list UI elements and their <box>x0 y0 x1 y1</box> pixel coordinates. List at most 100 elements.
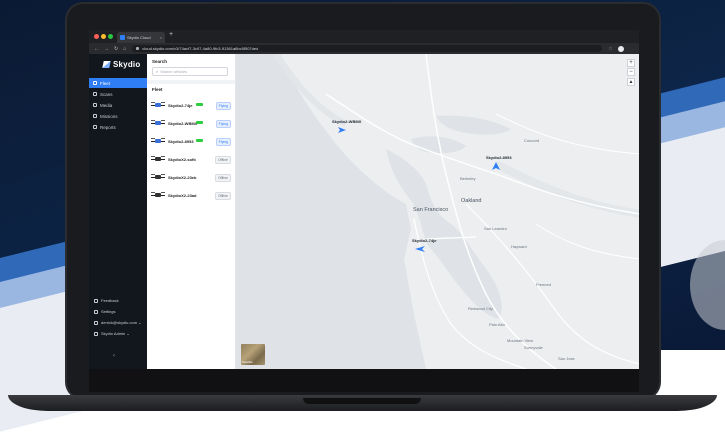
map-label-hayward: Hayward <box>511 244 527 249</box>
vehicle-list: Skydio2-74je Flying Skydio2-WBMX Flying … <box>147 96 235 204</box>
sidebar-bottom: Feedback Settings derrick@skydio.com ⌄ S… <box>89 295 147 339</box>
skydio-app: Skydio Fleet Scans Media Missions Report… <box>89 54 639 369</box>
compass-button[interactable]: ▲ <box>627 78 635 86</box>
search-box[interactable]: ⌕ <box>152 67 228 76</box>
url-field[interactable]: cloud.skydio.com/v3/74acf7-3c97-4a80-9fc… <box>132 45 603 52</box>
zoom-in-button[interactable]: + <box>627 59 635 67</box>
vehicle-label-74je: Skydio2-74je <box>412 238 437 243</box>
logo-mark-icon <box>102 61 111 68</box>
sidebar-item-settings[interactable]: Settings <box>89 306 147 317</box>
sidebar-item-label: Feedback <box>101 298 119 303</box>
map-label-san-jose: San Jose <box>558 356 575 361</box>
window-maximize-icon[interactable] <box>108 34 113 39</box>
sidebar-item-fleet[interactable]: Fleet <box>89 78 147 88</box>
drone-icon <box>151 191 165 199</box>
map-label-fremont: Fremont <box>536 282 551 287</box>
sidebar-item-label: Scans <box>100 91 113 97</box>
vehicle-name: Skydio2-74je <box>168 102 193 108</box>
drone-icon <box>151 137 165 145</box>
address-bar-row: ← → ↻ ⌂ cloud.skydio.com/v3/74acf7-3c97-… <box>89 43 639 54</box>
vehicle-row[interactable]: Skydio2-WBMX Flying <box>147 114 235 132</box>
drone-icon <box>151 119 165 127</box>
vehicle-label-8953: Skydio2-8953 <box>486 155 512 160</box>
vehicle-marker-icon[interactable] <box>337 125 347 135</box>
grid-icon <box>93 81 97 85</box>
status-badge: Flying <box>215 120 231 128</box>
target-icon <box>93 114 97 118</box>
screen-bezel <box>89 369 639 392</box>
map-label-mountain-view: Mountain View <box>507 338 534 343</box>
vehicle-row[interactable]: SkydioX2-23ad Offline <box>147 186 235 204</box>
sidebar-item-missions[interactable]: Missions <box>89 111 147 121</box>
status-badge: Offline <box>214 174 231 182</box>
sidebar-item-feedback[interactable]: Feedback <box>89 295 147 306</box>
drone-icon <box>151 101 165 109</box>
map-label-sunnyvale: Sunnyvale <box>524 345 543 350</box>
search-title: Search <box>152 59 168 64</box>
back-icon[interactable]: ← <box>94 46 99 52</box>
user-icon <box>94 320 98 325</box>
chat-icon <box>94 298 98 303</box>
battery-indicator <box>196 103 203 106</box>
sidebar: Skydio Fleet Scans Media Missions Report… <box>89 54 147 369</box>
search-input[interactable] <box>160 69 221 74</box>
fleet-panel: Search ⌕ Fleet Skydio2-74je Flying Skydi… <box>147 54 236 369</box>
vehicle-marker-icon[interactable] <box>414 244 426 254</box>
reload-icon[interactable]: ↻ <box>114 46 118 52</box>
vehicle-marker-icon[interactable] <box>491 161 501 171</box>
map-label-berkeley: Berkeley <box>460 176 476 181</box>
sidebar-item-label: Skydio Admin ⌄ <box>101 331 130 336</box>
map-label-oakland: Oakland <box>461 198 482 204</box>
map-label-concord: Concord <box>524 138 540 143</box>
sidebar-item-label: Fleet <box>100 80 111 86</box>
tab-label: Skydio Cloud <box>127 35 151 40</box>
chart-icon <box>93 125 97 129</box>
window-close-icon[interactable] <box>94 34 99 39</box>
tab-close-icon[interactable]: × <box>160 35 162 40</box>
bookmark-star-icon[interactable]: ☆ <box>608 46 612 52</box>
sidebar-item-label: derrick@skydio.com ⌄ <box>101 320 142 325</box>
sidebar-item-scans[interactable]: Scans <box>89 89 147 99</box>
window-minimize-icon[interactable] <box>101 34 106 39</box>
vehicle-row[interactable]: SkydioX2-23eb Offline <box>147 168 235 186</box>
favicon-icon <box>120 35 125 40</box>
sidebar-item-label: Media <box>100 102 113 108</box>
vehicle-row[interactable]: SkydioX2-sofb Offline <box>147 150 235 168</box>
browser-tabbar: Skydio Cloud × + <box>89 30 639 43</box>
satellite-toggle[interactable]: Satellite <box>241 344 265 365</box>
logo-text: Skydio <box>113 60 141 69</box>
building-icon <box>94 331 98 336</box>
sidebar-item-label: Reports <box>100 124 116 130</box>
status-badge: Flying <box>215 102 231 110</box>
map-label-redwood-city: Redwood City <box>468 306 493 311</box>
map-view[interactable]: San Francisco Oakland Berkeley Hayward F… <box>236 54 639 369</box>
battery-indicator <box>196 121 203 124</box>
browser-tab[interactable]: Skydio Cloud × <box>117 32 165 43</box>
vehicle-name: SkydioX2-sofb <box>168 156 196 162</box>
profile-avatar[interactable] <box>617 45 624 52</box>
battery-indicator <box>196 139 203 142</box>
drone-icon <box>151 155 165 163</box>
new-tab-button[interactable]: + <box>169 31 173 38</box>
sidebar-item-reports[interactable]: Reports <box>89 122 147 132</box>
vehicle-row[interactable]: Skydio2-74je Flying <box>147 96 235 114</box>
vehicle-name: Skydio2-WBMX <box>168 120 198 126</box>
status-badge: Offline <box>214 156 231 164</box>
skydio-logo[interactable]: Skydio <box>102 60 141 69</box>
fleet-title: Fleet <box>152 87 163 92</box>
vehicle-name: SkydioX2-23ad <box>168 192 197 198</box>
zoom-out-button[interactable]: − <box>627 68 635 76</box>
sidebar-item-org[interactable]: Skydio Admin ⌄ <box>89 328 147 339</box>
gear-icon <box>94 309 98 314</box>
home-icon[interactable]: ⌂ <box>123 46 126 52</box>
url-text: cloud.skydio.com/v3/74acf7-3c97-4a80-9fc… <box>142 46 259 51</box>
media-icon <box>93 103 97 107</box>
collapse-sidebar-icon[interactable]: ‹ <box>113 353 115 359</box>
sidebar-item-account[interactable]: derrick@skydio.com ⌄ <box>89 317 147 328</box>
vehicle-row[interactable]: Skydio2-8953 Flying <box>147 132 235 150</box>
sidebar-item-media[interactable]: Media <box>89 100 147 110</box>
forward-icon[interactable]: → <box>104 46 109 52</box>
search-icon: ⌕ <box>156 69 159 74</box>
lock-icon <box>136 47 140 50</box>
laptop-notch <box>303 398 421 404</box>
